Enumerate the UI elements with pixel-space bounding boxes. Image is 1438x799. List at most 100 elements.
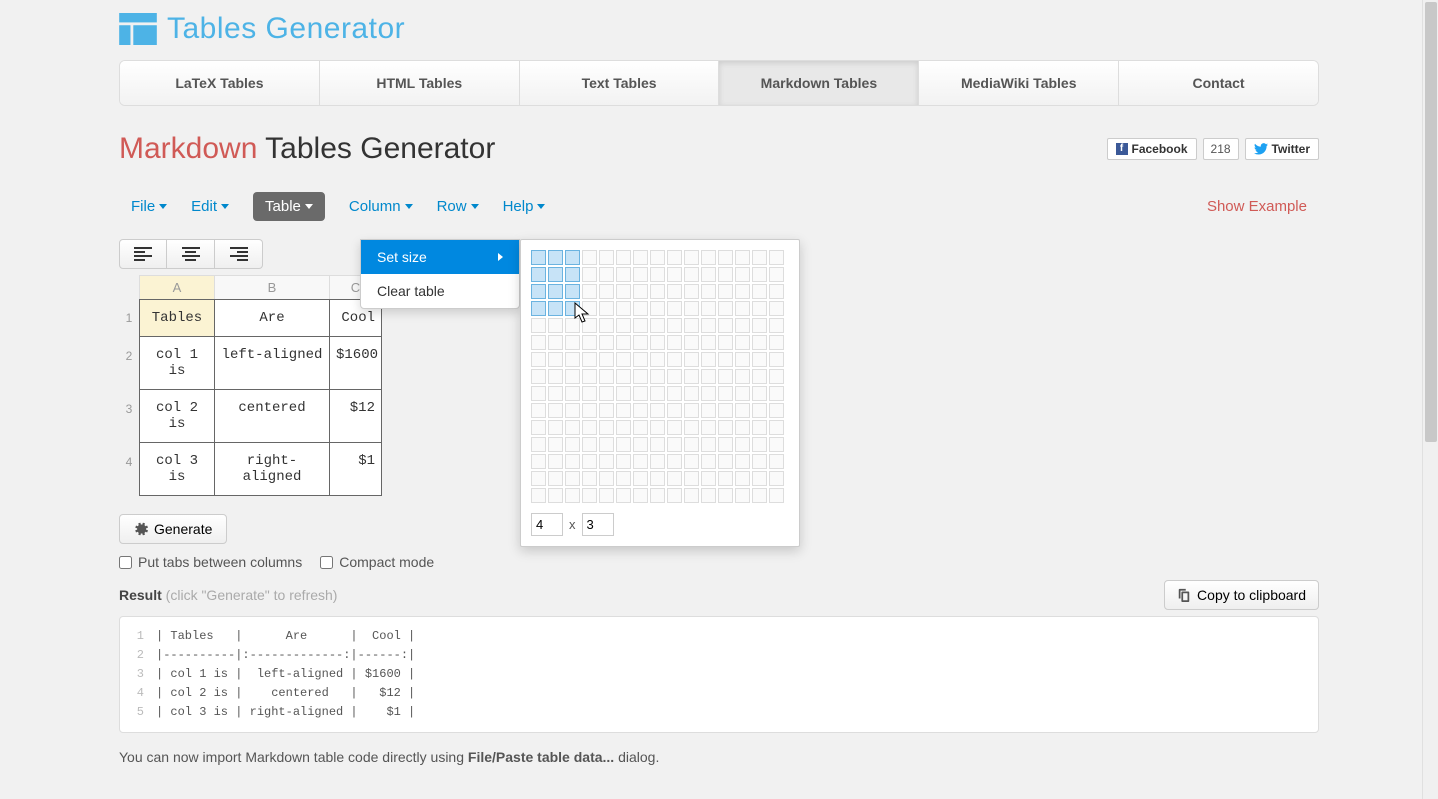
size-grid-cell[interactable] — [548, 488, 563, 503]
size-grid-cell[interactable] — [667, 471, 682, 486]
size-grid-cell[interactable] — [582, 403, 597, 418]
size-grid-cell[interactable] — [769, 386, 784, 401]
menu-help[interactable]: Help — [503, 198, 546, 215]
size-grid-cell[interactable] — [531, 250, 546, 265]
rows-input[interactable] — [531, 513, 563, 536]
size-grid-cell[interactable] — [667, 250, 682, 265]
size-grid-cell[interactable] — [752, 403, 767, 418]
size-grid-cell[interactable] — [735, 250, 750, 265]
size-grid-cell[interactable] — [650, 437, 665, 452]
size-grid-cell[interactable] — [531, 437, 546, 452]
size-grid-cell[interactable] — [582, 437, 597, 452]
size-grid-cell[interactable] — [599, 386, 614, 401]
size-grid-cell[interactable] — [633, 454, 648, 469]
size-grid-cell[interactable] — [701, 454, 716, 469]
size-grid-cell[interactable] — [548, 284, 563, 299]
size-grid-cell[interactable] — [531, 267, 546, 282]
size-grid-cell[interactable] — [582, 318, 597, 333]
size-grid-cell[interactable] — [616, 318, 631, 333]
size-grid-cell[interactable] — [599, 352, 614, 367]
size-grid-cell[interactable] — [650, 250, 665, 265]
size-grid-cell[interactable] — [565, 301, 580, 316]
size-grid-cell[interactable] — [650, 301, 665, 316]
size-grid-cell[interactable] — [616, 301, 631, 316]
row-header[interactable]: 3 — [119, 390, 139, 443]
size-grid-cell[interactable] — [769, 437, 784, 452]
size-grid-cell[interactable] — [718, 437, 733, 452]
size-grid-cell[interactable] — [616, 369, 631, 384]
size-grid-cell[interactable] — [667, 318, 682, 333]
size-grid-cell[interactable] — [548, 301, 563, 316]
copy-clipboard-button[interactable]: Copy to clipboard — [1164, 580, 1319, 610]
size-grid-cell[interactable] — [548, 386, 563, 401]
size-grid-cell[interactable] — [633, 250, 648, 265]
logo-text[interactable]: Tables Generator — [167, 12, 405, 46]
size-grid-cell[interactable] — [667, 369, 682, 384]
size-grid-cell[interactable] — [616, 386, 631, 401]
size-grid-cell[interactable] — [599, 471, 614, 486]
size-grid-cell[interactable] — [633, 335, 648, 350]
size-grid-cell[interactable] — [650, 318, 665, 333]
size-grid-cell[interactable] — [531, 454, 546, 469]
size-grid-cell[interactable] — [599, 369, 614, 384]
size-grid-cell[interactable] — [769, 403, 784, 418]
align-right-button[interactable] — [215, 239, 263, 269]
size-grid-cell[interactable] — [616, 352, 631, 367]
size-grid-cell[interactable] — [701, 488, 716, 503]
size-grid-cell[interactable] — [735, 301, 750, 316]
show-example-link[interactable]: Show Example — [1207, 198, 1307, 215]
size-grid-cell[interactable] — [769, 318, 784, 333]
size-grid-cell[interactable] — [599, 301, 614, 316]
size-grid-cell[interactable] — [616, 403, 631, 418]
size-grid-cell[interactable] — [735, 420, 750, 435]
size-grid-cell[interactable] — [718, 335, 733, 350]
size-grid-cell[interactable] — [599, 267, 614, 282]
size-grid-cell[interactable] — [633, 301, 648, 316]
size-grid-cell[interactable] — [531, 352, 546, 367]
size-grid-cell[interactable] — [684, 284, 699, 299]
size-grid-cell[interactable] — [718, 318, 733, 333]
tab-markdown[interactable]: Markdown Tables — [719, 61, 919, 105]
size-grid-cell[interactable] — [616, 488, 631, 503]
size-grid-cell[interactable] — [616, 250, 631, 265]
menu-file[interactable]: File — [131, 198, 167, 215]
size-grid-cell[interactable] — [735, 488, 750, 503]
size-grid-cell[interactable] — [735, 369, 750, 384]
size-grid-cell[interactable] — [599, 284, 614, 299]
size-grid-cell[interactable] — [633, 369, 648, 384]
size-grid-cell[interactable] — [667, 352, 682, 367]
menu-table[interactable]: Table — [253, 192, 325, 221]
size-grid-cell[interactable] — [650, 454, 665, 469]
size-grid-cell[interactable] — [769, 250, 784, 265]
size-grid-cell[interactable] — [650, 488, 665, 503]
size-grid-cell[interactable] — [667, 488, 682, 503]
size-grid-cell[interactable] — [752, 454, 767, 469]
size-grid-cell[interactable] — [735, 454, 750, 469]
size-grid-cell[interactable] — [684, 471, 699, 486]
size-grid-cell[interactable] — [599, 437, 614, 452]
size-grid-cell[interactable] — [684, 437, 699, 452]
size-grid-cell[interactable] — [582, 250, 597, 265]
size-grid-cell[interactable] — [769, 267, 784, 282]
size-grid-cell[interactable] — [565, 369, 580, 384]
row-header[interactable]: 1 — [119, 299, 139, 337]
size-grid-cell[interactable] — [582, 301, 597, 316]
size-grid-cell[interactable] — [548, 471, 563, 486]
size-grid-cell[interactable] — [548, 403, 563, 418]
size-grid-cell[interactable] — [752, 301, 767, 316]
size-grid-cell[interactable] — [633, 403, 648, 418]
size-grid-cell[interactable] — [684, 352, 699, 367]
size-grid[interactable] — [531, 250, 789, 503]
scrollbar-thumb[interactable] — [1425, 2, 1437, 442]
size-grid-cell[interactable] — [684, 335, 699, 350]
size-grid-cell[interactable] — [752, 352, 767, 367]
tab-contact[interactable]: Contact — [1119, 61, 1318, 105]
size-grid-cell[interactable] — [565, 420, 580, 435]
page-scrollbar[interactable] — [1422, 0, 1438, 799]
size-grid-cell[interactable] — [769, 454, 784, 469]
row-header[interactable]: 4 — [119, 443, 139, 496]
size-grid-cell[interactable] — [752, 369, 767, 384]
size-grid-cell[interactable] — [752, 318, 767, 333]
size-grid-cell[interactable] — [633, 488, 648, 503]
tab-mediawiki[interactable]: MediaWiki Tables — [919, 61, 1119, 105]
